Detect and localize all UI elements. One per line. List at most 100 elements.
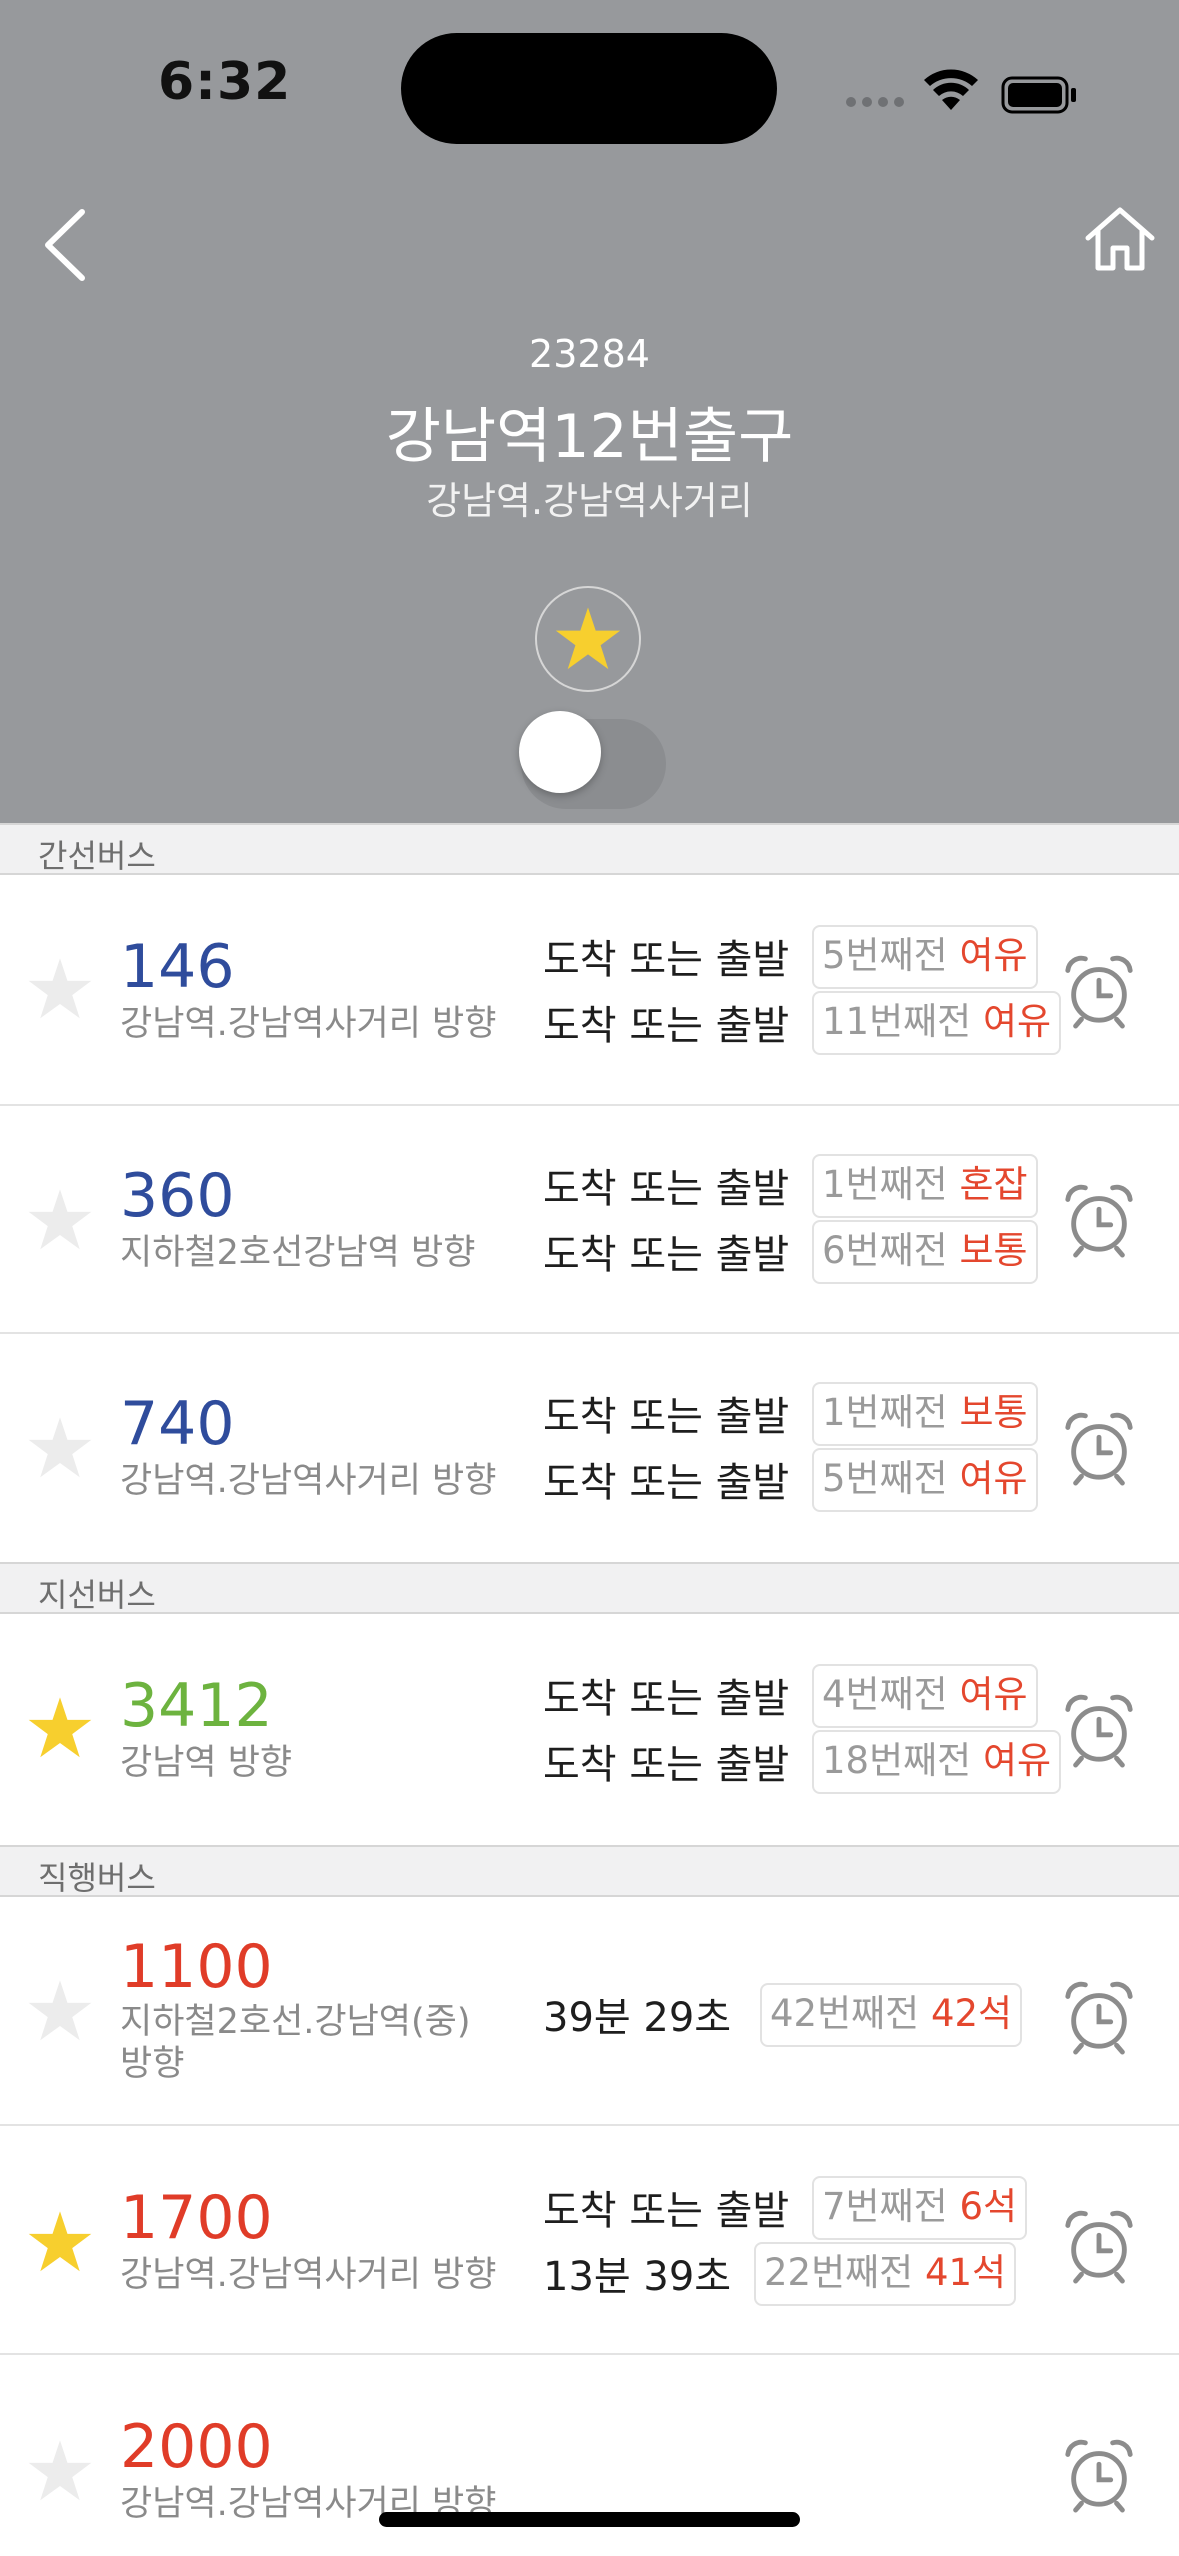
stop-count: 18번째전: [822, 1739, 972, 1782]
route-direction: 강남역.강남역사거리 방향: [120, 2255, 497, 2295]
status-time: 6:32: [158, 52, 292, 112]
alarm-clock-icon[interactable]: [1060, 1408, 1138, 1486]
section-title: 지선버스: [38, 1576, 156, 1614]
crowd-status: 보통: [959, 1229, 1028, 1272]
arrival-label: 도착 또는 출발: [543, 937, 790, 983]
arrival-badge: 18번째전 여유: [812, 1730, 1062, 1794]
stop-count: 1번째전: [822, 1391, 948, 1434]
stop-sub-name: 강남역.강남역사거리: [426, 479, 753, 523]
route-direction-line2: 방향: [120, 2044, 185, 2084]
arrival-badge: 42번째전 42석: [760, 1983, 1023, 2047]
route-row-360[interactable]: 360 지하철2호선강남역 방향 도착 또는 출발 1번째전 혼잡 도착 또는 …: [0, 1106, 1179, 1334]
arrival-time: 13분 39초: [543, 2254, 732, 2300]
star-icon[interactable]: [26, 955, 94, 1023]
star-icon[interactable]: [26, 1694, 94, 1762]
arrival-badge: 6번째전 보통: [812, 1220, 1038, 1284]
home-icon[interactable]: [1080, 200, 1160, 280]
arrival-badge: 22번째전 41석: [754, 2242, 1017, 2306]
stop-count: 11번째전: [822, 1000, 972, 1043]
route-direction: 지하철2호선강남역 방향: [120, 1233, 476, 1273]
alarm-clock-icon[interactable]: [1060, 2435, 1138, 2513]
route-row-740[interactable]: 740 강남역.강남역사거리 방향 도착 또는 출발 1번째전 보통 도착 또는…: [0, 1334, 1179, 1562]
status-icons: [846, 69, 1076, 114]
route-number: 1100: [120, 1932, 273, 2002]
arrival-label: 도착 또는 출발: [543, 1742, 790, 1788]
route-direction: 강남역 방향: [120, 1743, 293, 1783]
arrival-badge: 1번째전 혼잡: [812, 1154, 1038, 1218]
arrival-badge: 5번째전 여유: [812, 925, 1038, 989]
arrival-label: 도착 또는 출발: [543, 1003, 790, 1049]
alarm-toggle[interactable]: [511, 707, 666, 809]
crowd-status: 혼잡: [959, 1163, 1028, 1206]
route-direction-line1: 지하철2호선.강남역(중): [120, 2002, 471, 2042]
route-number: 1700: [120, 2183, 273, 2253]
seat-count: 42석: [930, 1992, 1013, 2035]
seat-count: 6석: [959, 2185, 1018, 2228]
route-row-1700[interactable]: 1700 강남역.강남역사거리 방향 도착 또는 출발 7번째전 6석 13분 …: [0, 2126, 1179, 2355]
signal-icon: [846, 97, 904, 107]
stop-count: 7번째전: [822, 2185, 948, 2228]
arrival-label: 도착 또는 출발: [543, 1166, 790, 1212]
section-header-branch: 지선버스: [0, 1562, 1179, 1614]
crowd-status: 보통: [959, 1391, 1028, 1434]
arrival-label: 도착 또는 출발: [543, 1232, 790, 1278]
arrival-badge: 4번째전 여유: [812, 1664, 1038, 1728]
route-direction: 강남역.강남역사거리 방향: [120, 1461, 497, 1501]
arrival-label: 도착 또는 출발: [543, 1460, 790, 1506]
section-header-express: 직행버스: [0, 1845, 1179, 1897]
arrival-badge: 5번째전 여유: [812, 1448, 1038, 1512]
stop-count: 4번째전: [822, 1673, 948, 1716]
stop-count: 22번째전: [764, 2251, 914, 2294]
wifi-icon: [924, 69, 978, 110]
alarm-clock-icon[interactable]: [1060, 1690, 1138, 1768]
route-row-1100[interactable]: 1100 지하철2호선.강남역(중) 방향 39분 29초 42번째전 42석: [0, 1897, 1179, 2126]
arrival-label: 도착 또는 출발: [543, 2188, 790, 2234]
section-title: 간선버스: [38, 837, 156, 875]
battery-icon: [1001, 76, 1076, 114]
stop-id: 23284: [529, 332, 650, 376]
crowd-status: 여유: [982, 1000, 1052, 1043]
toggle-knob: [519, 711, 601, 793]
dynamic-island: [401, 33, 777, 144]
arrival-badge: 11번째전 여유: [812, 991, 1062, 1055]
stop-name: 강남역12번출구: [385, 402, 794, 472]
star-icon[interactable]: [26, 2208, 94, 2276]
star-icon[interactable]: [26, 1186, 94, 1254]
alarm-clock-icon[interactable]: [1060, 1977, 1138, 2055]
route-number: 2000: [120, 2412, 273, 2482]
arrival-time: 39분 29초: [543, 1995, 732, 2041]
star-icon[interactable]: [26, 1414, 94, 1482]
crowd-status: 여유: [959, 1457, 1028, 1500]
back-chevron-icon[interactable]: [38, 200, 108, 290]
star-icon: [555, 607, 621, 670]
stop-count: 1번째전: [822, 1163, 948, 1206]
alarm-clock-icon[interactable]: [1060, 2206, 1138, 2284]
favorite-stop-button[interactable]: [535, 586, 641, 692]
star-icon[interactable]: [26, 2437, 94, 2505]
route-number: 3412: [120, 1671, 273, 1741]
route-row-3412[interactable]: 3412 강남역 방향 도착 또는 출발 4번째전 여유 도착 또는 출발 18…: [0, 1614, 1179, 1845]
seat-count: 41석: [924, 2251, 1007, 2294]
arrival-label: 도착 또는 출발: [543, 1394, 790, 1440]
stop-count: 6번째전: [822, 1229, 948, 1272]
route-direction: 강남역.강남역사거리 방향: [120, 1004, 497, 1044]
section-title: 직행버스: [38, 1859, 156, 1897]
stop-count: 5번째전: [822, 934, 948, 977]
crowd-status: 여유: [959, 934, 1028, 977]
stop-count: 5번째전: [822, 1457, 948, 1500]
route-number: 740: [120, 1389, 235, 1459]
arrival-label: 도착 또는 출발: [543, 1676, 790, 1722]
route-row-146[interactable]: 146 강남역.강남역사거리 방향 도착 또는 출발 5번째전 여유 도착 또는…: [0, 875, 1179, 1106]
stop-header: 6:32 23284 강남역12번출구 강남역.강남역사거리: [0, 0, 1179, 823]
home-indicator[interactable]: [379, 2512, 800, 2527]
crowd-status: 여유: [959, 1673, 1028, 1716]
arrival-badge: 1번째전 보통: [812, 1382, 1038, 1446]
alarm-clock-icon[interactable]: [1060, 1180, 1138, 1258]
crowd-status: 여유: [982, 1739, 1052, 1782]
alarm-clock-icon[interactable]: [1060, 951, 1138, 1029]
section-header-trunk: 간선버스: [0, 823, 1179, 875]
stop-count: 42번째전: [770, 1992, 920, 2035]
route-number: 360: [120, 1161, 235, 1231]
star-icon[interactable]: [26, 1977, 94, 2045]
route-number: 146: [120, 932, 235, 1002]
